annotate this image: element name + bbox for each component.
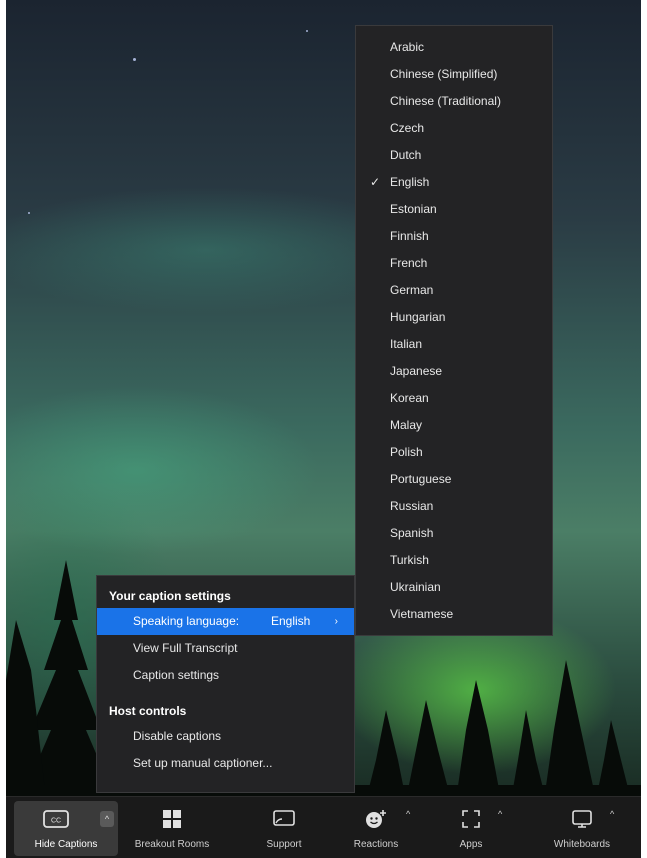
caption-settings-menu: Your caption settings Speaking language:… bbox=[96, 575, 355, 793]
chevron-up-icon[interactable]: ^ bbox=[406, 809, 410, 819]
language-label: Spanish bbox=[390, 526, 434, 540]
hide-captions-label: Hide Captions bbox=[34, 839, 98, 850]
language-item[interactable]: German bbox=[356, 277, 552, 304]
your-caption-settings-heading: Your caption settings bbox=[109, 589, 231, 603]
language-label: French bbox=[390, 256, 428, 270]
language-item[interactable]: Arabic bbox=[356, 34, 552, 61]
language-item[interactable]: Dutch bbox=[356, 142, 552, 169]
language-item[interactable]: Hungarian bbox=[356, 304, 552, 331]
language-label: Ukrainian bbox=[390, 580, 441, 594]
language-item[interactable]: Korean bbox=[356, 385, 552, 412]
screen-share-icon bbox=[272, 809, 296, 832]
language-item[interactable]: Polish bbox=[356, 439, 552, 466]
speaking-language-label: Speaking language: bbox=[133, 614, 240, 628]
breakout-rooms-label: Breakout Rooms bbox=[134, 839, 210, 850]
speaking-language-value: English bbox=[271, 614, 311, 628]
breakout-rooms-icon bbox=[162, 809, 182, 832]
language-item[interactable]: ✓ English bbox=[356, 169, 552, 196]
language-label: Czech bbox=[390, 121, 425, 135]
breakout-rooms-button[interactable]: Breakout Rooms bbox=[124, 797, 220, 858]
star bbox=[133, 58, 136, 61]
language-label: Japanese bbox=[390, 364, 443, 378]
whiteboards-button[interactable]: ^ Whiteboards bbox=[538, 797, 626, 858]
language-label: Turkish bbox=[390, 553, 429, 567]
language-item[interactable]: Spanish bbox=[356, 520, 552, 547]
language-item[interactable]: Vietnamese bbox=[356, 601, 552, 628]
svg-text:CC: CC bbox=[51, 818, 61, 825]
language-item[interactable]: Turkish bbox=[356, 547, 552, 574]
language-label: English bbox=[390, 175, 430, 189]
chevron-up-icon[interactable]: ^ bbox=[498, 809, 502, 819]
language-item[interactable]: Czech bbox=[356, 115, 552, 142]
smiley-plus-icon bbox=[365, 809, 387, 832]
language-label: Polish bbox=[390, 445, 423, 459]
checkmark-icon: ✓ bbox=[370, 175, 381, 189]
language-label: Finnish bbox=[390, 229, 429, 243]
chevron-up-icon[interactable]: ^ bbox=[100, 811, 114, 827]
apps-icon bbox=[461, 809, 481, 832]
caption-settings-item[interactable]: Caption settings bbox=[97, 662, 354, 689]
language-item[interactable]: Japanese bbox=[356, 358, 552, 385]
apps-button[interactable]: ^ Apps bbox=[436, 797, 506, 858]
language-item[interactable]: Portuguese bbox=[356, 466, 552, 493]
view-full-transcript-item[interactable]: View Full Transcript bbox=[97, 635, 354, 662]
language-label: Italian bbox=[390, 337, 423, 351]
reactions-label: Reactions bbox=[353, 839, 399, 850]
language-item[interactable]: Finnish bbox=[356, 223, 552, 250]
chevron-right-icon: › bbox=[334, 616, 338, 627]
language-label: Portuguese bbox=[390, 472, 452, 486]
disable-captions-item[interactable]: Disable captions bbox=[97, 723, 354, 750]
language-item[interactable]: Russian bbox=[356, 493, 552, 520]
hide-captions-button[interactable]: CC ^ Hide Captions bbox=[14, 801, 118, 856]
star bbox=[28, 212, 30, 214]
language-item[interactable]: Chinese (Simplified) bbox=[356, 61, 552, 88]
language-label: Arabic bbox=[390, 40, 425, 54]
manual-captioner-item[interactable]: Set up manual captioner... bbox=[97, 750, 354, 777]
meeting-toolbar: CC ^ Hide Captions Breakout Rooms Suppor… bbox=[6, 796, 641, 858]
language-label: Vietnamese bbox=[390, 607, 454, 621]
language-item[interactable]: Estonian bbox=[356, 196, 552, 223]
language-label: Malay bbox=[390, 418, 423, 432]
language-item[interactable]: Chinese (Traditional) bbox=[356, 88, 552, 115]
language-label: Dutch bbox=[390, 148, 422, 162]
whiteboards-label: Whiteboards bbox=[553, 839, 611, 850]
host-controls-heading: Host controls bbox=[109, 704, 187, 718]
support-label: Support bbox=[266, 839, 302, 850]
reactions-button[interactable]: ^ Reactions bbox=[336, 797, 416, 858]
star bbox=[306, 30, 308, 32]
language-label: Chinese (Traditional) bbox=[390, 94, 501, 108]
language-label: Russian bbox=[390, 499, 434, 513]
speaking-language-submenu: Arabic Chinese (Simplified) Chinese (Tradi… bbox=[355, 25, 553, 636]
chevron-up-icon[interactable]: ^ bbox=[610, 809, 614, 819]
language-label: Korean bbox=[390, 391, 429, 405]
speaking-language-item[interactable]: Speaking language: English › bbox=[97, 608, 354, 635]
language-label: German bbox=[390, 283, 434, 297]
language-item[interactable]: Ukrainian bbox=[356, 574, 552, 601]
language-label: Hungarian bbox=[390, 310, 446, 324]
language-item[interactable]: French bbox=[356, 250, 552, 277]
closed-captions-icon: CC bbox=[42, 810, 69, 831]
apps-label: Apps bbox=[459, 839, 483, 850]
language-label: Chinese (Simplified) bbox=[390, 67, 498, 81]
language-item[interactable]: Malay bbox=[356, 412, 552, 439]
language-label: Estonian bbox=[390, 202, 437, 216]
language-item[interactable]: Italian bbox=[356, 331, 552, 358]
support-button[interactable]: Support bbox=[246, 797, 322, 858]
whiteboard-icon bbox=[571, 809, 593, 832]
